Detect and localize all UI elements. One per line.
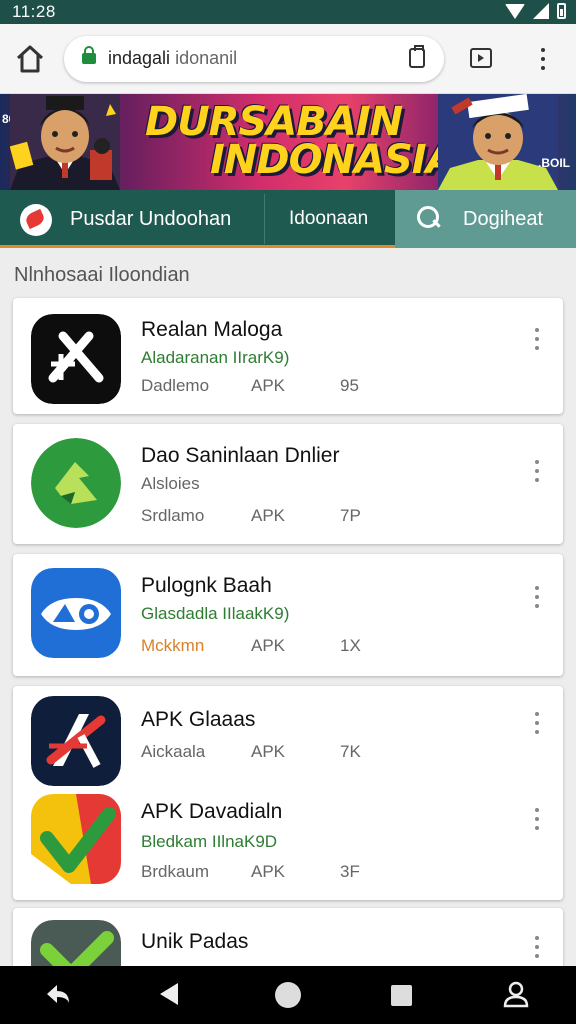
list-item[interactable]: APK Glaaas Aickaala APK 7K [13, 686, 563, 786]
app-size: 1X [340, 636, 361, 655]
section-title: Nlnhosaai Iloondian [14, 264, 190, 286]
url-bar[interactable]: indagali idonanil [64, 36, 444, 82]
home-button-icon[interactable] [275, 982, 301, 1008]
tab-indonesia[interactable]: Idoonaan [265, 190, 395, 248]
tab-label: Dogiheat [463, 207, 544, 230]
promo-banner[interactable]: 800 DURSABAIN INDONASIA .BOIL [0, 94, 576, 190]
blue-ad-icon [31, 568, 121, 658]
banner-subtitle: INDONASIA [210, 137, 457, 183]
wifi-icon [505, 3, 525, 19]
overflow-menu-icon[interactable] [536, 48, 550, 70]
app-name: Pulognk Baah [141, 574, 272, 597]
app-card[interactable]: APK Glaaas Aickaala APK 7K APK Davadialn… [13, 686, 563, 900]
more-options-icon[interactable] [533, 460, 541, 482]
app-type: APK [251, 862, 286, 881]
url-path: idonanil [170, 48, 238, 68]
category-bar: Pusdar Undoohan Idoonaan Dogiheat [0, 190, 576, 248]
mascot-right-image [438, 94, 558, 190]
undo-icon[interactable] [45, 983, 71, 1005]
lock-icon [82, 46, 96, 64]
green-arrow-icon [31, 438, 121, 528]
list-item[interactable]: Realan Maloga Aladaranan IIrarK9) Dadlem… [13, 306, 563, 406]
app-type: APK [251, 742, 286, 761]
more-options-icon[interactable] [533, 808, 541, 830]
system-nav-bar [0, 966, 576, 1024]
app-size: 3F [340, 862, 360, 881]
app-subtitle: Glasdadla IIlaakK9) [141, 604, 290, 623]
app-card[interactable]: Realan Maloga Aladaranan IIrarK9) Dadlem… [13, 298, 563, 414]
browser-toolbar: indagali idonanil [0, 24, 576, 94]
tab-switcher-icon[interactable] [470, 48, 492, 68]
app-name: APK Glaaas [141, 708, 256, 731]
app-size: 7K [340, 742, 361, 761]
app-card[interactable]: Dao Saninlaan Dnlier Alsloies Srdlamo AP… [13, 424, 563, 544]
app-type: APK [251, 376, 286, 395]
status-time: 11:28 [12, 2, 56, 21]
back-icon[interactable] [160, 983, 178, 1005]
app-meta-label: Dadlemo [141, 376, 210, 395]
app-name: Unik Padas [141, 930, 249, 953]
list-item[interactable]: Pulognk Baah Glasdadla IIlaakK9) Mckkmn … [13, 564, 563, 664]
app-type: APK [251, 506, 286, 525]
x-logo-icon [31, 314, 121, 404]
red-x-icon [31, 696, 121, 786]
app-size: 7P [340, 506, 361, 525]
more-options-icon[interactable] [533, 586, 541, 608]
app-card[interactable]: Pulognk Baah Glasdadla IIlaakK9) Mckkmn … [13, 554, 563, 676]
app-subtitle: Bledkam IIlnaK9D [141, 832, 278, 851]
app-subtitle: Alsloies [141, 474, 200, 493]
search-icon [417, 206, 441, 230]
mascot-left-image [10, 94, 120, 190]
list-item[interactable]: APK Davadialn Bledkam IIlnaK9D Brdkaum A… [13, 790, 563, 890]
list-item[interactable]: Dao Saninlaan Dnlier Alsloies Srdlamo AP… [13, 434, 563, 534]
app-subtitle: Aladaranan IIrarK9) [141, 348, 290, 367]
app-name: Realan Maloga [141, 318, 283, 341]
battery-icon [557, 3, 566, 19]
tab-label: Pusdar Undoohan [70, 207, 232, 230]
brand-logo-icon [20, 204, 52, 236]
app-meta-label: Srdlamo [141, 506, 205, 525]
banner-small-right: .BOIL [538, 156, 570, 170]
app-size: 95 [340, 376, 359, 395]
app-name: APK Davadialn [141, 800, 283, 823]
home-icon[interactable] [14, 44, 46, 74]
app-meta-label: Aickaala [141, 742, 206, 761]
app-meta-label: Mckkmn [141, 636, 205, 655]
more-options-icon[interactable] [533, 936, 541, 958]
profile-icon[interactable] [502, 980, 530, 1008]
url-domain: indagali [108, 48, 171, 68]
banner-title: DURSABAIN [145, 99, 403, 145]
signal-icon [533, 3, 549, 19]
app-type: APK [251, 636, 286, 655]
recent-apps-icon[interactable] [391, 985, 412, 1006]
more-options-icon[interactable] [533, 328, 541, 350]
app-name: Dao Saninlaan Dnlier [141, 444, 340, 467]
more-options-icon[interactable] [533, 712, 541, 734]
status-icons [505, 3, 566, 19]
app-meta-label: Brdkaum [141, 862, 210, 881]
tab-label: Idoonaan [289, 208, 369, 229]
active-tab-indicator [0, 245, 395, 248]
color-check-icon [31, 794, 121, 884]
status-bar: 11:28 [0, 0, 576, 24]
tab-download-center[interactable]: Pusdar Undoohan [0, 190, 264, 248]
url-text[interactable]: indagali idonanil [108, 48, 237, 69]
share-icon[interactable] [409, 45, 425, 68]
tab-search[interactable]: Dogiheat [395, 190, 576, 248]
